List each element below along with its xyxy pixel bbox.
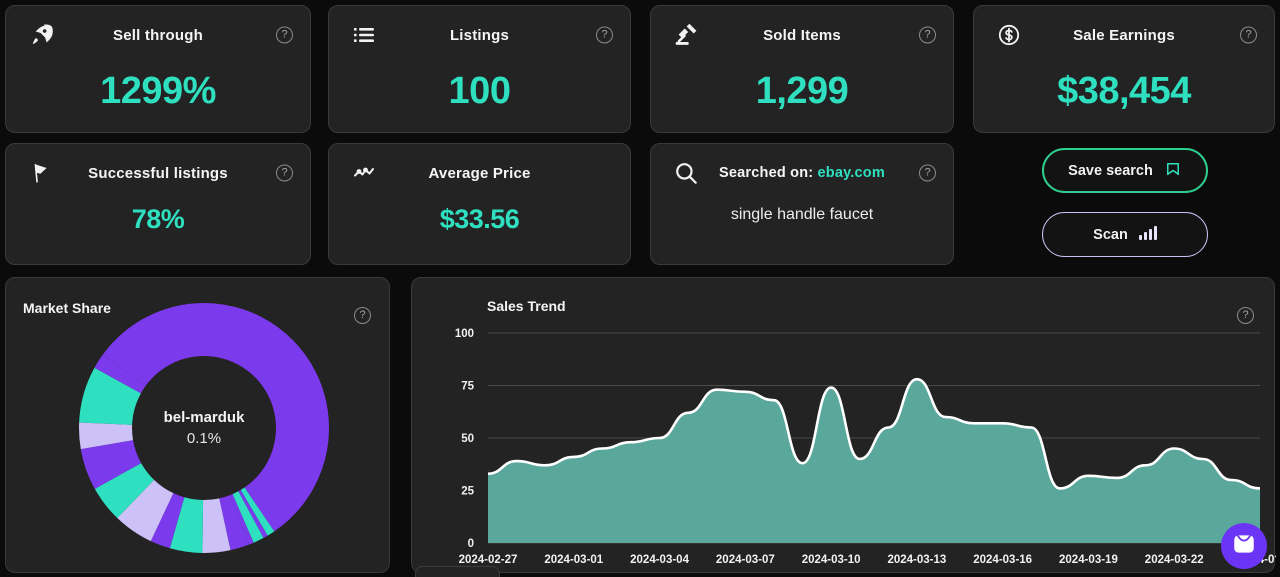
- searched-on-site-link[interactable]: ebay.com: [818, 165, 885, 181]
- sales-trend-svg[interactable]: 0 25 50 75 100 2024-02-27 2024-03-01 2024-03-04…: [412, 278, 1276, 574]
- card-header: Successful listings ?: [6, 144, 310, 202]
- y-axis-tick: 50: [461, 433, 474, 445]
- search-term: single handle faucet: [730, 206, 874, 223]
- card-header: Listings ?: [329, 6, 630, 64]
- card-header: Sold Items ?: [651, 6, 953, 64]
- y-axis-tick: 0: [468, 538, 474, 550]
- bottom-partial-control[interactable]: [415, 566, 500, 577]
- x-axis-tick: 2024-03-10: [802, 554, 861, 566]
- search-icon: [671, 158, 701, 188]
- card-header: Sell through ?: [6, 6, 310, 64]
- stat-card-sell-through: Sell through ? 1299%: [5, 5, 311, 133]
- card-value: $38,454: [1057, 70, 1191, 112]
- area-fill: [488, 379, 1260, 543]
- save-search-label: Save search: [1068, 162, 1153, 179]
- help-icon[interactable]: ?: [276, 164, 293, 182]
- y-axis-tick: 100: [455, 328, 474, 340]
- card-value: $33.56: [439, 204, 520, 234]
- x-axis-tick: 2024-03-22: [1145, 554, 1204, 566]
- chat-bubble-icon: [1231, 531, 1257, 562]
- donut-slice[interactable]: [204, 303, 330, 532]
- rocket-icon: [26, 20, 56, 50]
- x-axis-tick: 2024-02-27: [459, 554, 518, 566]
- x-axis-tick: 2024-03-19: [1059, 554, 1118, 566]
- searched-on-card: Searched on: ebay.com ? single handle fa…: [650, 143, 954, 265]
- stat-card-successful-listings: Successful listings ? 78%: [5, 143, 311, 265]
- card-value: 100: [448, 70, 511, 112]
- card-value: 1299%: [100, 70, 216, 112]
- chat-launcher-button[interactable]: [1221, 523, 1267, 569]
- x-axis-tick: 2024-03-16: [973, 554, 1032, 566]
- stat-card-sale-earnings: Sale Earnings ? $38,454: [973, 5, 1275, 133]
- y-axis-tick: 75: [461, 381, 474, 393]
- market-share-donut[interactable]: bel-marduk 0.1%: [76, 300, 332, 556]
- x-axis-tick: 2024-03-01: [544, 554, 603, 566]
- stat-card-average-price: Average Price $33.56: [328, 143, 631, 265]
- bars-signal-icon: [1138, 225, 1157, 245]
- flag-icon: [26, 158, 56, 188]
- scan-button[interactable]: Scan: [1042, 212, 1208, 257]
- donut-svg: [79, 303, 330, 553]
- x-axis-tick: 2024-03-07: [716, 554, 775, 566]
- gavel-icon: [671, 20, 701, 50]
- x-axis-tick: 2024-03-13: [887, 554, 946, 566]
- card-header: Average Price: [329, 144, 630, 202]
- help-icon[interactable]: ?: [276, 26, 293, 44]
- help-icon[interactable]: ?: [596, 26, 613, 44]
- y-axis-tick: 25: [461, 486, 474, 498]
- help-icon[interactable]: ?: [354, 307, 371, 324]
- help-icon[interactable]: ?: [919, 26, 936, 44]
- scan-label: Scan: [1093, 226, 1128, 243]
- market-share-card: Market Share ? bel-marduk 0.1%: [5, 277, 390, 573]
- help-icon[interactable]: ?: [1240, 26, 1257, 44]
- trend-line-icon: [349, 158, 379, 188]
- dollar-circle-icon: [994, 20, 1024, 50]
- list-icon: [349, 20, 379, 50]
- card-value: 1,299: [755, 70, 849, 112]
- save-search-button[interactable]: Save search: [1042, 148, 1208, 193]
- searched-on-label: Searched on:: [719, 165, 814, 181]
- card-header: Searched on: ebay.com ?: [651, 144, 953, 202]
- x-axis-tick: 2024-03-04: [630, 554, 689, 566]
- card-value: 78%: [131, 204, 185, 234]
- stat-card-sold-items: Sold Items ? 1,299: [650, 5, 954, 133]
- dashboard-root: Sell through ? 1299% Listings ? 100 Sold…: [0, 0, 1280, 577]
- save-bookmark-icon: [1164, 160, 1182, 182]
- card-header: Sale Earnings ?: [974, 6, 1274, 64]
- sales-trend-card: Sales Trend ? 0 25 50 75 100 2024-02-27 2024-0…: [411, 277, 1276, 574]
- help-icon[interactable]: ?: [919, 164, 936, 182]
- stat-card-listings: Listings ? 100: [328, 5, 631, 133]
